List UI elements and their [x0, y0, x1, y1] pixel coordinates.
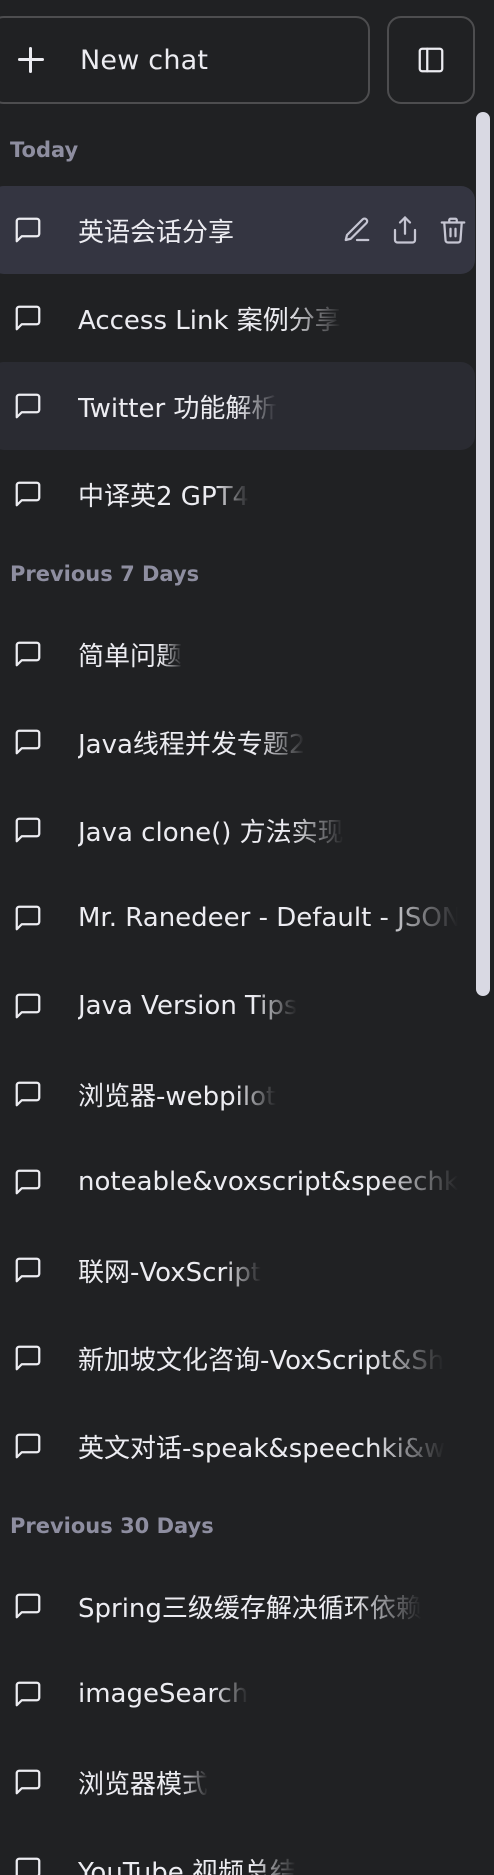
chat-item[interactable]: Java Version Tips — [0, 962, 475, 1050]
message-icon — [12, 1854, 44, 1875]
chat-item[interactable]: noteable&voxscript&speechki — [0, 1138, 475, 1226]
message-icon — [12, 1430, 44, 1462]
chat-title: 浏览器模式 — [78, 1769, 209, 1800]
edit-icon[interactable] — [341, 214, 373, 246]
chat-title: 英语会话分享 — [78, 217, 235, 248]
chat-item[interactable]: 英文对话-speak&speechki&w — [0, 1402, 475, 1490]
chat-title: 英文对话-speak&speechki&w — [78, 1433, 446, 1464]
chat-title: Access Link 案例分享 — [78, 305, 341, 336]
delete-icon[interactable] — [437, 214, 469, 246]
chat-title: Twitter 功能解析 — [78, 393, 278, 424]
chat-title: 简单问题 — [78, 641, 183, 672]
chat-item[interactable]: Java线程并发专题2 — [0, 698, 475, 786]
chat-item[interactable]: 中译英2 GPT4 — [0, 450, 475, 538]
chat-item[interactable]: 联网-VoxScript — [0, 1226, 475, 1314]
message-icon — [12, 478, 44, 510]
message-icon — [12, 1342, 44, 1374]
chat-title: Java线程并发专题2 — [78, 729, 306, 760]
toggle-sidebar-button[interactable] — [387, 16, 475, 104]
section-label-previous-7-days: Previous 7 Days — [10, 562, 200, 586]
message-icon — [12, 814, 44, 846]
message-icon — [12, 1166, 44, 1198]
message-icon — [12, 902, 44, 934]
message-icon — [12, 1766, 44, 1798]
section-label-previous-30-days: Previous 30 Days — [10, 1514, 214, 1538]
message-icon — [12, 1678, 44, 1710]
sidebar-toggle-icon — [416, 45, 446, 75]
chat-item[interactable]: 新加坡文化咨询-VoxScript&Sh — [0, 1314, 475, 1402]
plus-icon — [16, 45, 46, 75]
message-icon — [12, 1590, 44, 1622]
share-icon[interactable] — [389, 214, 421, 246]
chat-actions — [341, 186, 469, 274]
message-icon — [12, 390, 44, 422]
section-label-today: Today — [10, 138, 79, 162]
chat-item[interactable]: Java clone() 方法实现 — [0, 786, 475, 874]
message-icon — [12, 214, 44, 246]
chat-title: noteable&voxscript&speechki — [78, 1167, 458, 1197]
chat-item[interactable]: 英语会话分享 — [0, 186, 475, 274]
chat-title: 新加坡文化咨询-VoxScript&Sh — [78, 1345, 445, 1376]
message-icon — [12, 1078, 44, 1110]
chat-item[interactable]: Access Link 案例分享 — [0, 274, 475, 362]
message-icon — [12, 726, 44, 758]
scrollbar-thumb[interactable] — [476, 112, 490, 996]
chat-title: Java Version Tips — [78, 991, 298, 1021]
chat-item[interactable]: Mr. Ranedeer - Default - JSON — [0, 874, 475, 962]
chat-history-sidebar: New chat Today 英语会话分享 Access Link 案例分享 T… — [0, 0, 494, 1875]
chat-item[interactable]: 简单问题 — [0, 610, 475, 698]
chat-item[interactable]: Spring三级缓存解决循环依赖 — [0, 1562, 475, 1650]
chat-title: 中译英2 GPT4 — [78, 481, 250, 512]
chat-item[interactable]: Twitter 功能解析 — [0, 362, 475, 450]
message-icon — [12, 990, 44, 1022]
chat-item[interactable]: 浏览器-webpilot — [0, 1050, 475, 1138]
chat-title: 浏览器-webpilot — [78, 1081, 277, 1112]
new-chat-button[interactable]: New chat — [0, 16, 370, 104]
chat-title: 联网-VoxScript — [78, 1257, 262, 1288]
chat-item[interactable]: YouTube 视频总结 — [0, 1826, 475, 1875]
message-icon — [12, 302, 44, 334]
chat-title: Spring三级缓存解决循环依赖 — [78, 1593, 422, 1624]
chat-title: Mr. Ranedeer - Default - JSON — [78, 903, 458, 933]
message-icon — [12, 638, 44, 670]
new-chat-label: New chat — [80, 44, 209, 76]
chat-title: imageSearch — [78, 1679, 249, 1709]
chat-title: Java clone() 方法实现 — [78, 817, 344, 848]
chat-title: YouTube 视频总结 — [78, 1857, 296, 1875]
chat-item[interactable]: 浏览器模式 — [0, 1738, 475, 1826]
chat-item[interactable]: imageSearch — [0, 1650, 475, 1738]
message-icon — [12, 1254, 44, 1286]
sidebar-top-bar: New chat — [0, 0, 494, 104]
